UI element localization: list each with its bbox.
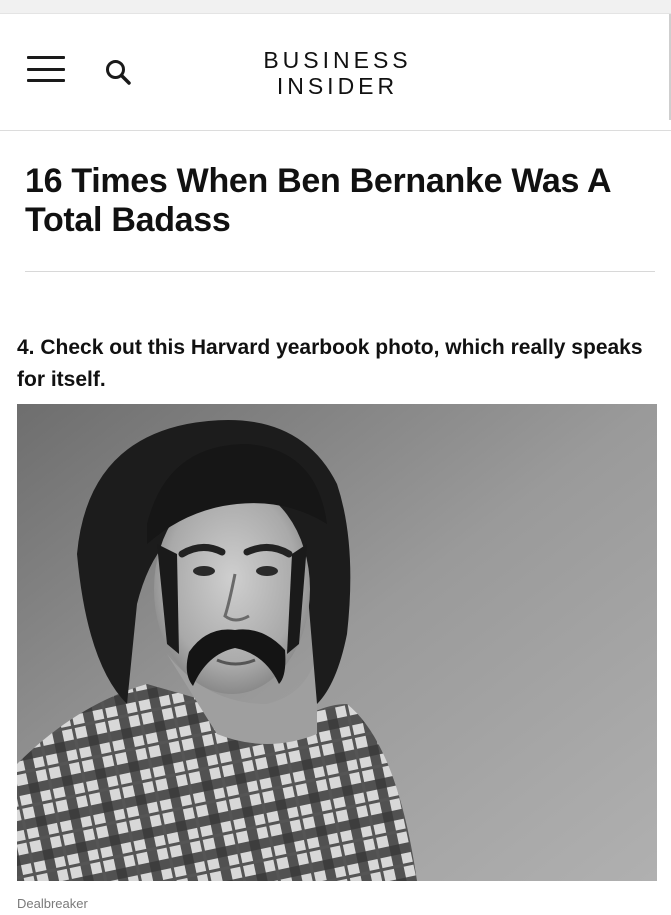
article-page: BUSINESS INSIDER 16 Times When Ben Berna… — [0, 0, 671, 915]
hamburger-menu-icon[interactable] — [27, 56, 65, 82]
headline-divider — [25, 271, 655, 272]
photo-credit: Dealbreaker — [17, 896, 88, 911]
site-logo[interactable]: BUSINESS INSIDER — [245, 47, 430, 99]
browser-top-strip — [0, 0, 671, 14]
article-headline: 16 Times When Ben Bernanke Was A Total B… — [25, 162, 610, 239]
site-header: BUSINESS INSIDER — [0, 14, 671, 131]
logo-line-business: BUSINESS — [263, 47, 412, 73]
slide-title: 4. Check out this Harvard yearbook photo… — [17, 336, 643, 391]
search-icon[interactable] — [104, 58, 132, 86]
logo-line-insider: INSIDER — [276, 73, 399, 99]
yearbook-photo — [17, 404, 657, 881]
